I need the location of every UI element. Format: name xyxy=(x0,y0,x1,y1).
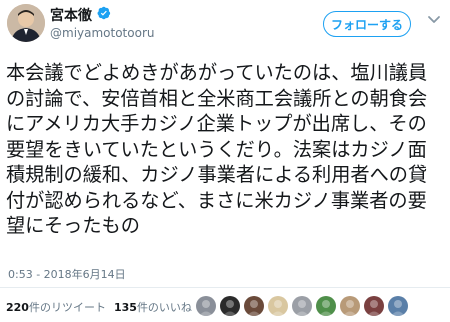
tweet-stats: 220件のリツイート 135件のいいね xyxy=(6,299,192,315)
follow-button[interactable]: フォローする xyxy=(323,11,411,37)
chevron-down-icon[interactable] xyxy=(427,14,441,26)
retweets-label: 件のリツイート xyxy=(28,301,106,314)
retweets-count: 220 xyxy=(6,301,29,314)
liker-avatar[interactable] xyxy=(268,296,288,316)
tweet-timestamp[interactable]: 0:53 - 2018年6月14日 xyxy=(8,266,126,282)
liker-avatar[interactable] xyxy=(340,296,360,316)
likes-count: 135 xyxy=(113,301,137,314)
tweet-header: 宮本徹 @miyamototooru フォローする xyxy=(0,0,450,50)
divider xyxy=(0,287,450,288)
likes-stat[interactable]: 135件のいいね xyxy=(114,299,192,315)
liker-avatar[interactable] xyxy=(292,296,312,316)
avatar-image xyxy=(7,4,45,42)
liker-avatar[interactable] xyxy=(220,296,240,316)
liker-avatars xyxy=(196,296,408,318)
liker-avatar[interactable] xyxy=(364,296,384,316)
likes-label: 件のいいね xyxy=(136,301,192,314)
liker-avatar[interactable] xyxy=(244,296,264,316)
liker-avatar[interactable] xyxy=(388,296,408,316)
author-display-name[interactable]: 宮本徹 xyxy=(50,5,92,25)
tweet-text: 本会議でどよめきがあがっていたのは、塩川議員の討論で、安倍首相と全米商工会議所と… xyxy=(6,61,428,237)
verified-badge-icon xyxy=(97,6,111,20)
author-handle[interactable]: @miyamototooru xyxy=(50,26,154,40)
retweets-stat[interactable]: 220件のリツイート xyxy=(6,299,106,315)
liker-avatar[interactable] xyxy=(316,296,336,316)
author-avatar[interactable] xyxy=(7,4,45,42)
liker-avatar[interactable] xyxy=(196,296,216,316)
